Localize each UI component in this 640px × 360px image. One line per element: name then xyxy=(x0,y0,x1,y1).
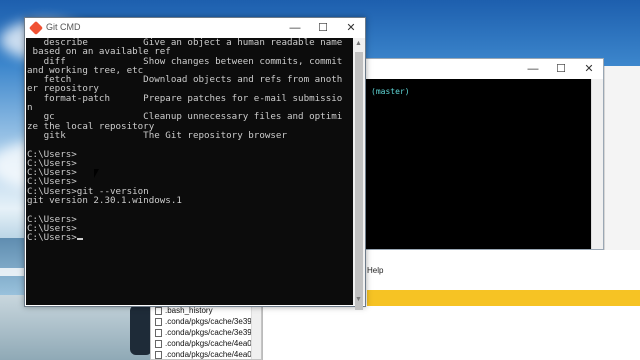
git-cmd-window[interactable]: Git CMD — ☐ ✕ describe Give an object a … xyxy=(24,17,366,310)
close-button[interactable]: ✕ xyxy=(337,18,365,38)
console-output[interactable]: describe Give an object a human readable… xyxy=(26,38,353,305)
file-icon xyxy=(155,306,162,315)
bash-maximize-button[interactable]: ☐ xyxy=(547,59,575,79)
app-content-panel xyxy=(367,306,640,360)
bash-console[interactable]: (master) xyxy=(361,79,591,249)
git-logo-icon xyxy=(28,20,44,36)
list-item[interactable]: .conda/pkgs/cache/3e39 xyxy=(151,316,261,327)
file-icon xyxy=(155,317,162,326)
prompt-text: C:\Users> xyxy=(27,232,77,244)
mouse-cursor-icon xyxy=(94,169,99,178)
scroll-down-icon[interactable]: ▼ xyxy=(355,296,362,303)
yellow-toolbar xyxy=(367,290,640,306)
bash-scrollbar[interactable] xyxy=(591,79,603,249)
file-icon xyxy=(155,328,162,337)
scroll-up-icon[interactable]: ▲ xyxy=(355,40,362,47)
console-line: gitk The Git repository browser xyxy=(27,129,287,141)
menu-help[interactable]: Help xyxy=(367,266,383,275)
window-title: Git CMD xyxy=(46,22,81,32)
maximize-button[interactable]: ☐ xyxy=(309,18,337,38)
file-icon xyxy=(155,350,162,359)
console-prompt-line[interactable]: C:\Users> xyxy=(27,233,353,242)
bash-branch-label: (master) xyxy=(371,87,410,96)
console-line: format-patch Prepare patches for e-mail … xyxy=(27,92,343,104)
list-item[interactable]: .conda/pkgs/cache/4ea0 xyxy=(151,349,261,359)
console-line: git version 2.30.1.windows.1 xyxy=(27,195,182,207)
list-item[interactable]: .conda/pkgs/cache/3e39 xyxy=(151,327,261,338)
text-cursor xyxy=(76,238,83,241)
person-silhouette xyxy=(130,305,152,355)
bash-titlebar[interactable]: — ☐ ✕ xyxy=(361,59,603,79)
minimize-button[interactable]: — xyxy=(281,18,309,38)
file-icon xyxy=(155,339,162,348)
scroll-thumb[interactable] xyxy=(355,52,363,310)
bash-close-button[interactable]: ✕ xyxy=(575,59,603,79)
git-cmd-titlebar[interactable]: Git CMD — ☐ ✕ xyxy=(25,18,365,38)
background-window-edge xyxy=(604,66,640,250)
bash-minimize-button[interactable]: — xyxy=(519,59,547,79)
list-item[interactable]: .conda/pkgs/cache/4ea0 xyxy=(151,338,261,349)
console-scrollbar[interactable]: ▲ ▼ xyxy=(353,38,365,310)
file-list-scrollbar[interactable] xyxy=(251,305,261,359)
git-bash-window[interactable]: — ☐ ✕ (master) xyxy=(360,58,604,250)
file-list[interactable]: .bash_history .conda/pkgs/cache/3e39 .co… xyxy=(150,304,262,360)
